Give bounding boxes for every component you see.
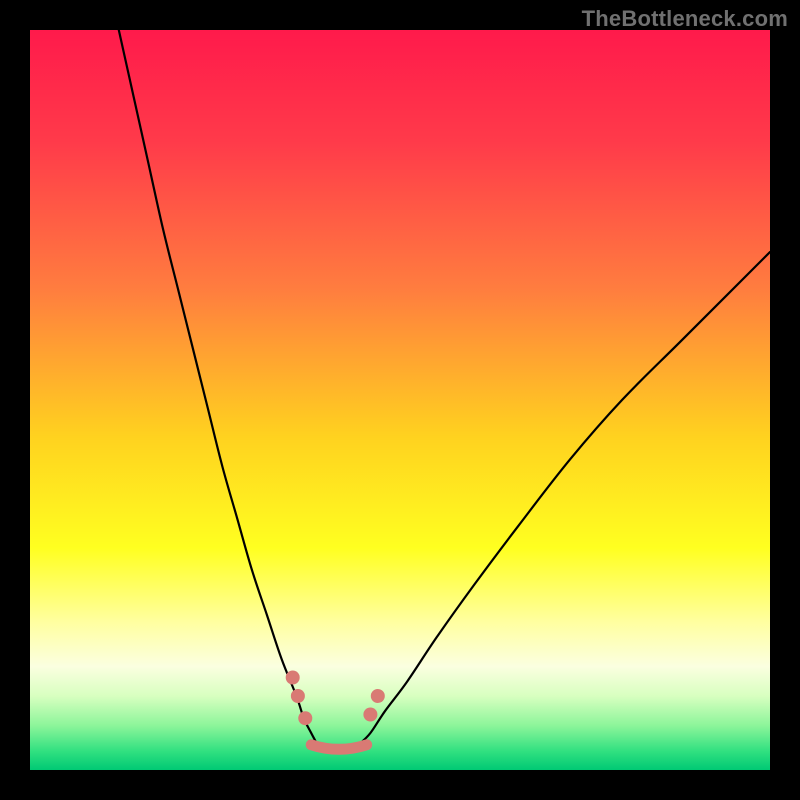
- valley-floor-highlight: [311, 745, 367, 750]
- chart-background: [30, 30, 770, 770]
- valley-marker-dot: [291, 689, 305, 703]
- outer-frame: TheBottleneck.com: [0, 0, 800, 800]
- valley-marker-dot: [298, 711, 312, 725]
- valley-marker-dot: [286, 671, 300, 685]
- plot-area: [30, 30, 770, 770]
- chart-svg: [30, 30, 770, 770]
- watermark-text: TheBottleneck.com: [582, 6, 788, 32]
- valley-marker-dot: [371, 689, 385, 703]
- valley-marker-dot: [363, 708, 377, 722]
